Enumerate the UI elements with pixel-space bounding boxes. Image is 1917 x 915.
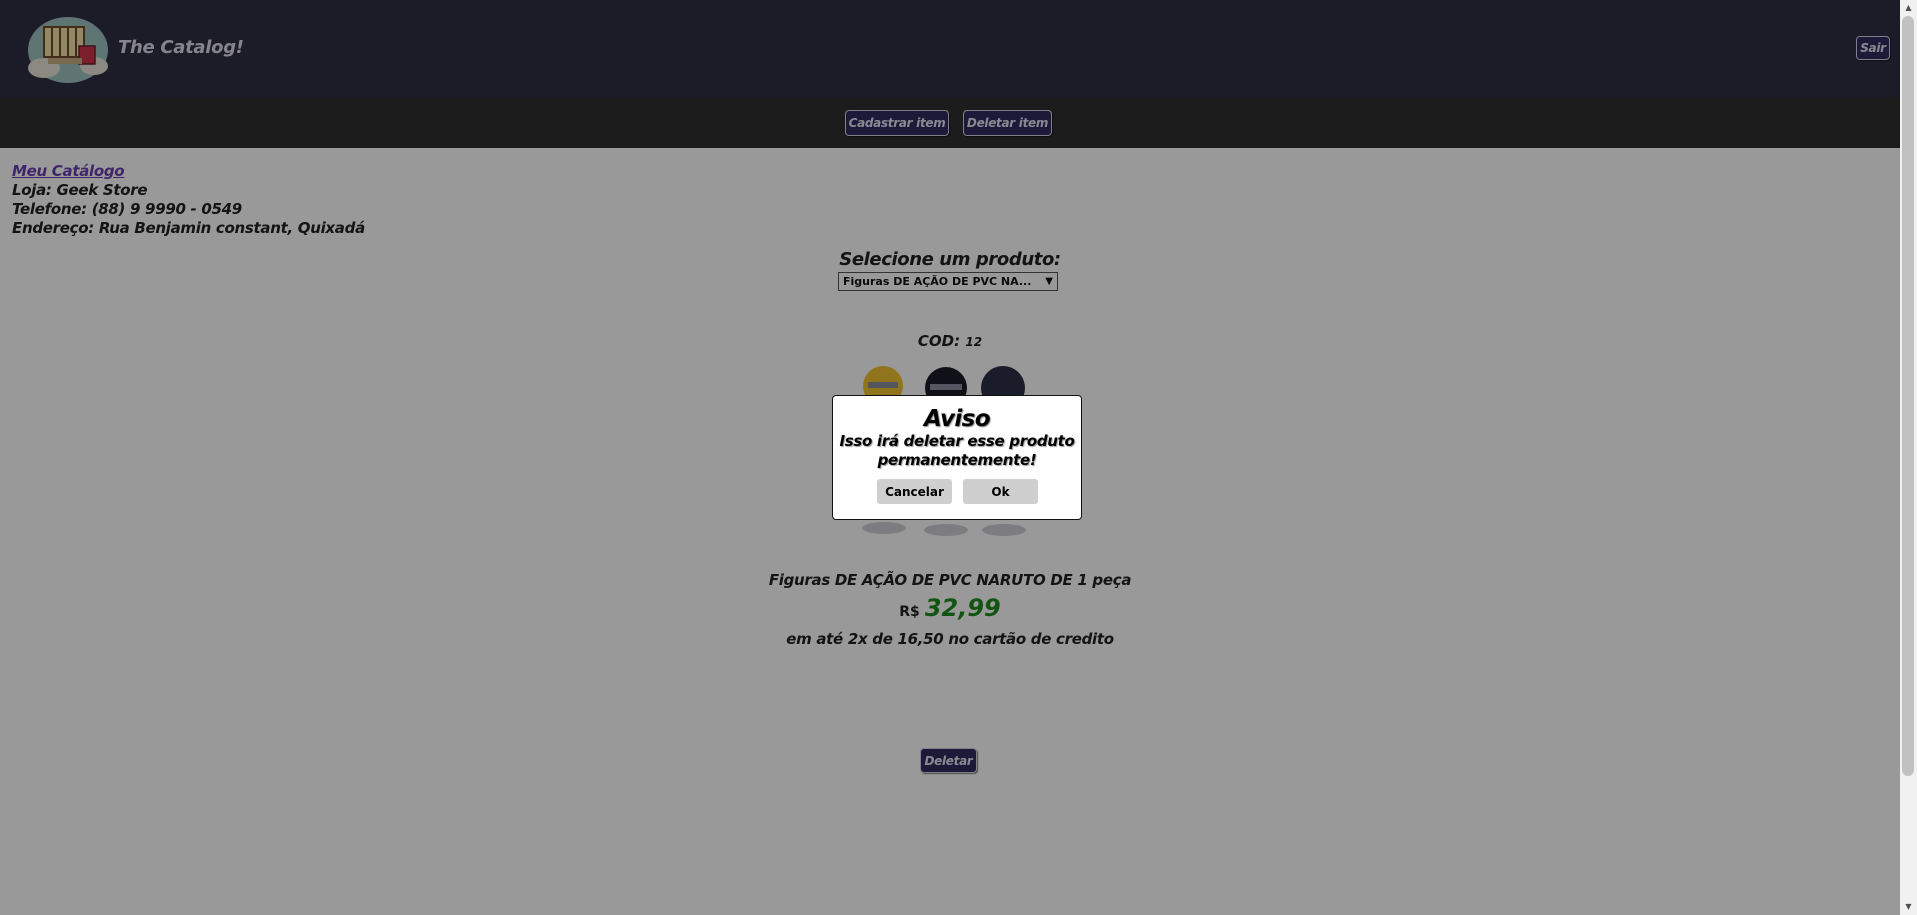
ok-button[interactable]: Ok	[963, 479, 1038, 504]
scroll-up-icon[interactable]: ▲	[1900, 0, 1917, 16]
scrollbar-thumb[interactable]	[1902, 16, 1914, 776]
cancel-button[interactable]: Cancelar	[877, 479, 952, 504]
warning-dialog: Aviso Isso irá deletar esse produto perm…	[832, 395, 1082, 520]
scroll-down-icon[interactable]: ▼	[1900, 899, 1917, 915]
dialog-message: Isso irá deletar esse produto permanente…	[839, 432, 1075, 469]
dialog-title: Aviso	[924, 406, 991, 432]
vertical-scrollbar[interactable]: ▲ ▼	[1900, 0, 1917, 915]
